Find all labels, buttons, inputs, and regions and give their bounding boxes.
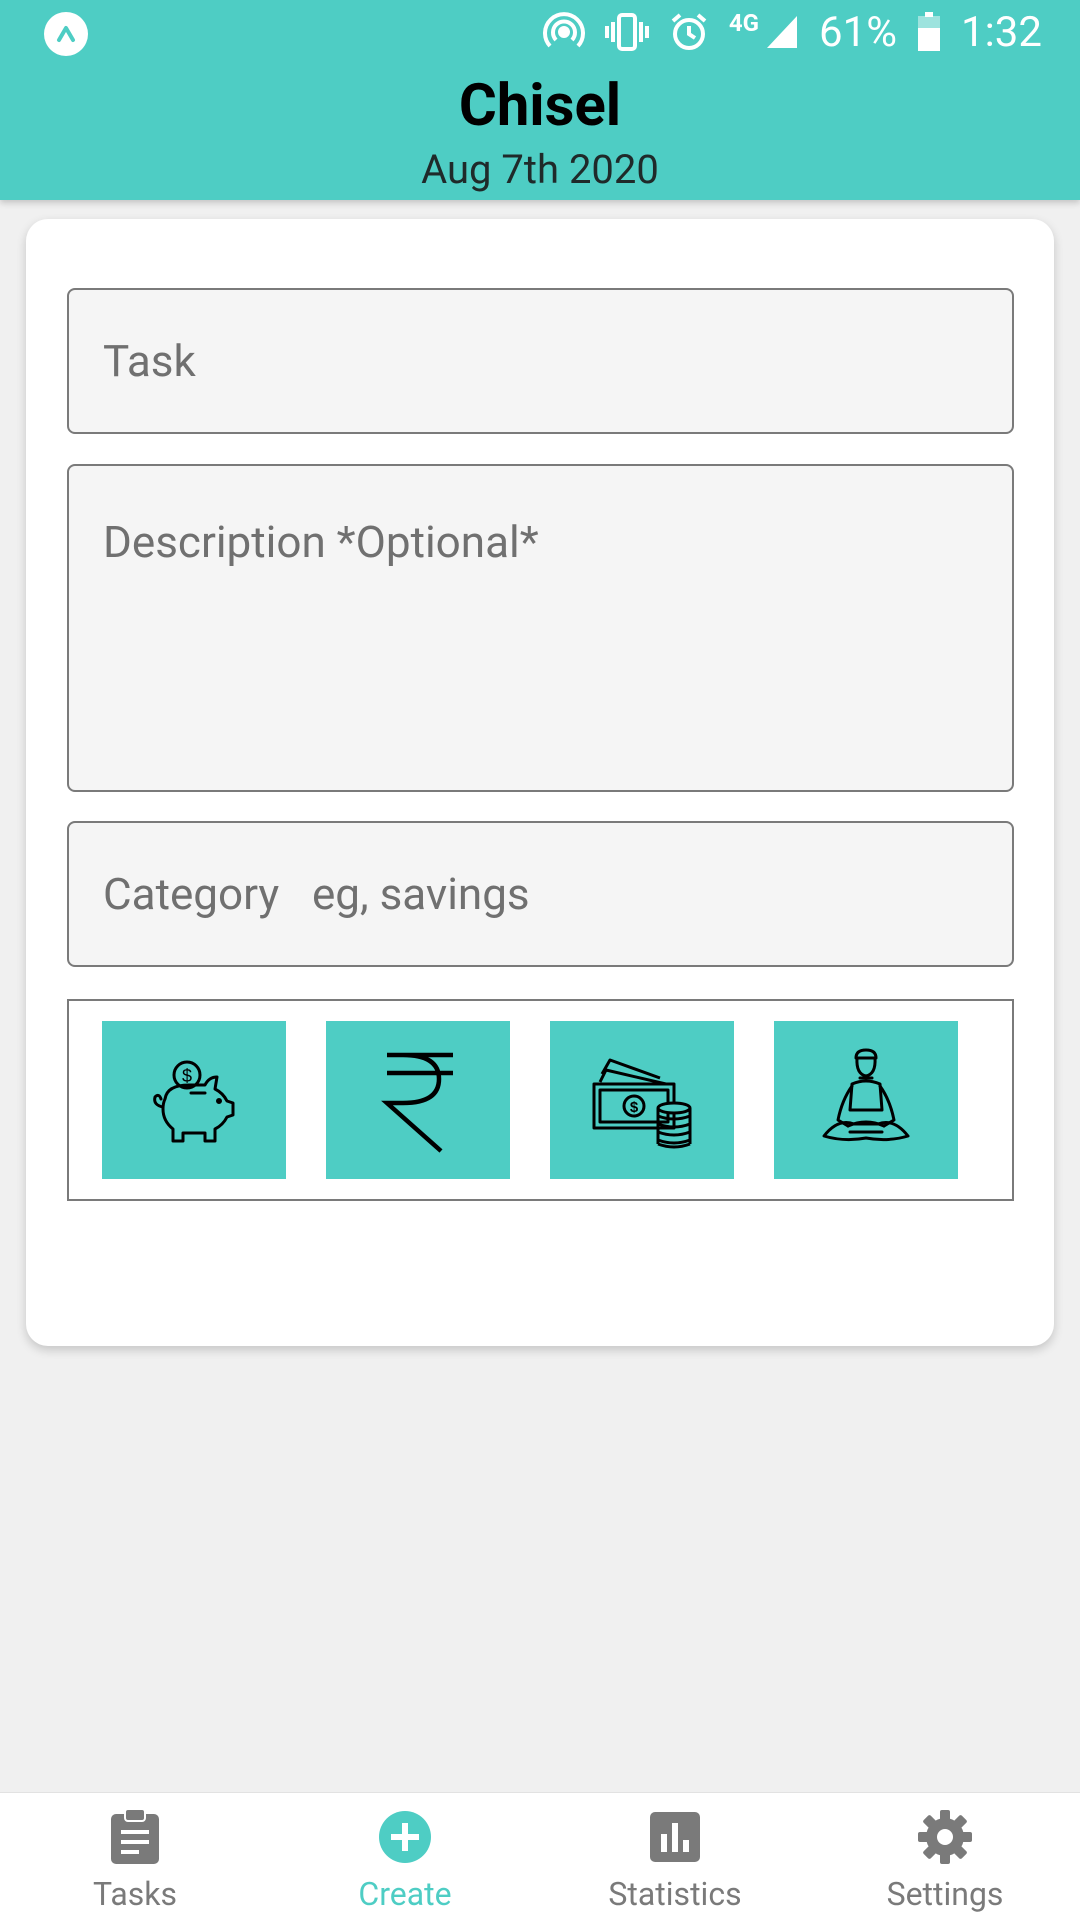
clock-time: 1:32 <box>961 7 1042 57</box>
meditation-button[interactable] <box>774 1021 958 1179</box>
nav-tasks[interactable]: Tasks <box>0 1793 270 1920</box>
app-header: 4G 61% 1:32 Chisel Aug 7th 2020 <box>0 0 1080 200</box>
description-field[interactable] <box>67 464 1014 792</box>
status-icons: 4G 61% 1:32 <box>542 6 1042 58</box>
create-task-card: $ $ <box>26 219 1054 1346</box>
nav-settings[interactable]: Settings <box>810 1793 1080 1920</box>
category-icon-row: $ $ <box>67 999 1014 1201</box>
battery-icon <box>917 12 941 52</box>
clipboard-icon <box>109 1807 161 1867</box>
rupee-button[interactable] <box>326 1021 510 1179</box>
nav-create[interactable]: Create <box>270 1793 540 1920</box>
app-notification-icon <box>44 12 88 56</box>
description-input[interactable] <box>69 466 1012 790</box>
page-title: Chisel <box>458 72 622 140</box>
bar-chart-icon <box>650 1807 700 1867</box>
add-circle-icon <box>378 1807 432 1867</box>
nav-tasks-label: Tasks <box>93 1875 177 1913</box>
vibrate-icon <box>604 12 649 52</box>
meditation-icon <box>822 1048 910 1142</box>
task-input[interactable] <box>69 290 1012 432</box>
alarm-icon <box>669 12 709 52</box>
bottom-navigation: Tasks Create Statistics Settings <box>0 1792 1080 1920</box>
hotspot-icon <box>542 11 585 53</box>
nav-settings-label: Settings <box>886 1875 1004 1913</box>
svg-text:$: $ <box>630 1099 639 1116</box>
gear-icon <box>917 1807 973 1867</box>
category-field[interactable] <box>67 821 1014 967</box>
rupee-icon <box>381 1052 453 1153</box>
piggy-bank-button[interactable]: $ <box>102 1021 286 1179</box>
nav-statistics[interactable]: Statistics <box>540 1793 810 1920</box>
nav-create-label: Create <box>358 1875 452 1913</box>
category-input[interactable] <box>69 823 1012 965</box>
cash-coins-button[interactable]: $ <box>550 1021 734 1179</box>
nav-statistics-label: Statistics <box>608 1875 742 1913</box>
network-type: 4G <box>728 9 760 37</box>
task-field[interactable] <box>67 288 1014 434</box>
cash-coins-icon: $ <box>592 1058 692 1149</box>
status-bar: 4G 61% 1:32 <box>0 0 1080 64</box>
piggy-bank-icon: $ <box>153 1060 235 1143</box>
svg-text:$: $ <box>182 1066 192 1086</box>
current-date: Aug 7th 2020 <box>421 146 659 193</box>
battery-percent: 61% <box>819 7 897 57</box>
signal-icon <box>765 14 799 50</box>
